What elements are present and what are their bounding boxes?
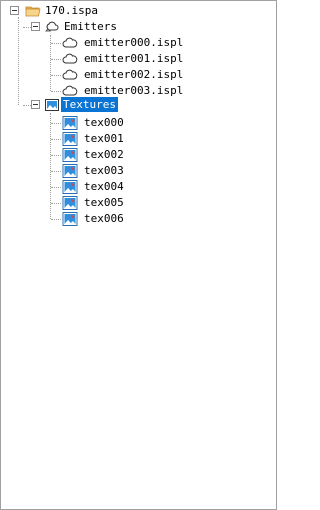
tree-connector-item xyxy=(51,139,61,140)
tree-connector-item xyxy=(51,59,61,60)
tree-node-textures-label[interactable]: Textures xyxy=(61,97,118,112)
image-icon xyxy=(62,211,78,227)
tree-connector-item xyxy=(51,219,61,220)
image-icon xyxy=(62,131,78,147)
tree-connector-item xyxy=(51,187,61,188)
emitters-group-icon xyxy=(44,19,60,35)
cloud-icon xyxy=(62,51,78,67)
tree-node-root-label[interactable]: 170.ispa xyxy=(43,3,100,18)
tree-item-emitter-label[interactable]: emitter003.ispl xyxy=(82,83,185,98)
tree-item-emitter-label[interactable]: emitter001.ispl xyxy=(82,51,185,66)
tree-item-texture-label[interactable]: tex002 xyxy=(82,147,126,162)
cloud-icon xyxy=(62,35,78,51)
collapse-toggle-textures[interactable] xyxy=(31,100,40,109)
tree-view-panel[interactable]: 170.ispa Emitters emitter000.ispl emitte… xyxy=(0,0,277,510)
tree-connector-item xyxy=(51,155,61,156)
tree-item-emitter-label[interactable]: emitter000.ispl xyxy=(82,35,185,50)
tree-item-texture-label[interactable]: tex001 xyxy=(82,131,126,146)
tree-connector-item xyxy=(51,43,61,44)
tree-connector-item xyxy=(51,91,61,92)
tree-connector-item xyxy=(51,75,61,76)
tree-item-texture-label[interactable]: tex003 xyxy=(82,163,126,178)
image-icon xyxy=(62,115,78,131)
cloud-icon xyxy=(62,67,78,83)
tree-item-texture-label[interactable]: tex006 xyxy=(82,211,126,226)
tree-item-emitter-label[interactable]: emitter002.ispl xyxy=(82,67,185,82)
image-icon xyxy=(62,147,78,163)
tree-node-emitters-label[interactable]: Emitters xyxy=(62,19,119,34)
tree-connector-textures xyxy=(23,105,31,106)
image-icon xyxy=(62,179,78,195)
image-folder-icon xyxy=(44,97,60,113)
open-folder-icon xyxy=(25,3,41,19)
image-icon xyxy=(62,163,78,179)
tree-connector-item xyxy=(51,123,61,124)
tree-connector-item xyxy=(51,171,61,172)
tree-item-texture-label[interactable]: tex005 xyxy=(82,195,126,210)
tree-connector-emitters xyxy=(23,27,31,28)
tree-item-texture-label[interactable]: tex004 xyxy=(82,179,126,194)
tree-connector-item xyxy=(51,203,61,204)
collapse-toggle-emitters[interactable] xyxy=(31,22,40,31)
tree-connector-root xyxy=(18,17,19,105)
tree-item-texture-label[interactable]: tex000 xyxy=(82,115,126,130)
image-icon xyxy=(62,195,78,211)
collapse-toggle-root[interactable] xyxy=(10,6,19,15)
